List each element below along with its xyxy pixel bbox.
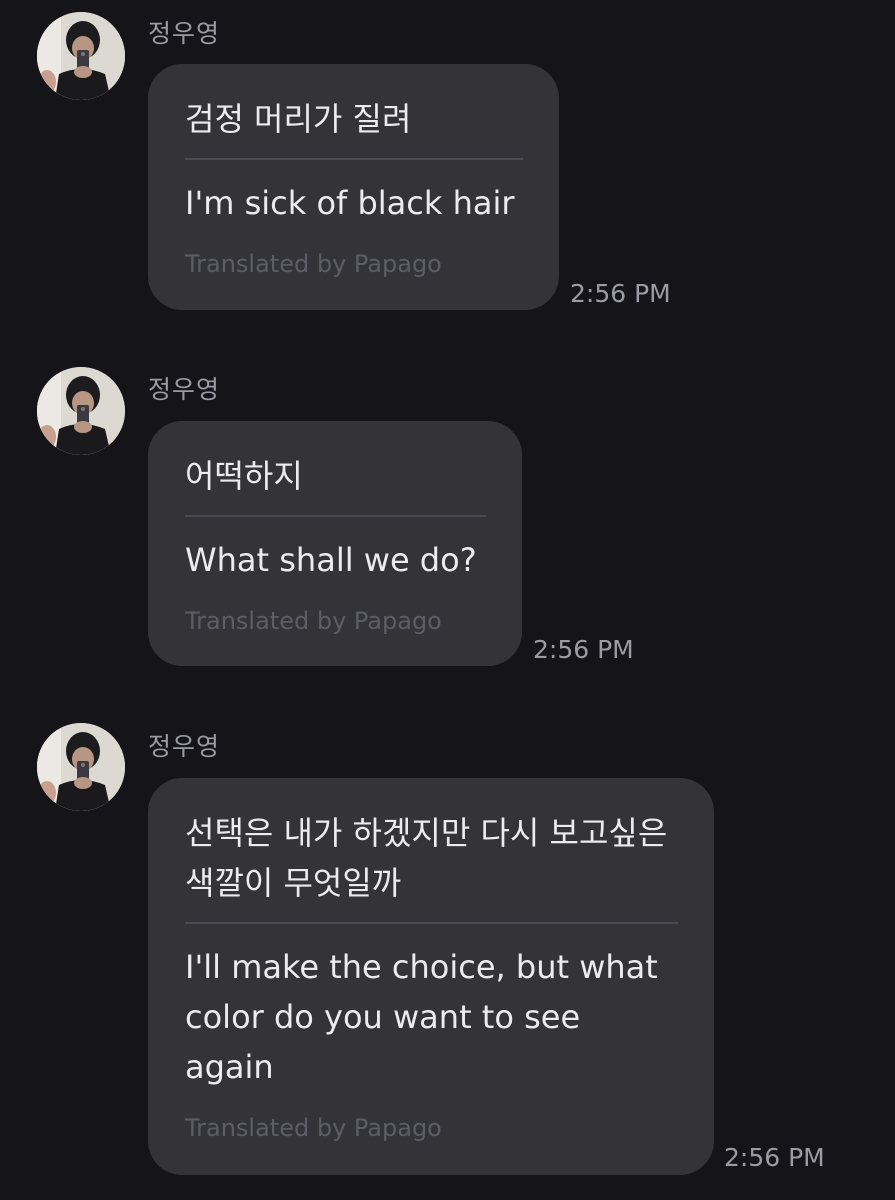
- translated-text: What shall we do?: [185, 541, 477, 579]
- timestamp: 2:56 PM: [533, 635, 634, 664]
- sender-name: 정우영: [148, 732, 221, 761]
- original-text: 어떡하지: [185, 457, 303, 495]
- sender-name: 정우영: [148, 19, 221, 48]
- divider: [185, 158, 523, 160]
- message-bubble[interactable]: 검정 머리가 질려 I'm sick of black hair Transla…: [148, 64, 559, 310]
- profile-photo-icon: [37, 723, 125, 811]
- divider: [185, 515, 486, 517]
- original-text: 검정 머리가 질려: [185, 100, 412, 138]
- translation-credit: Translated by Papago: [185, 250, 442, 278]
- sender-name: 정우영: [148, 375, 221, 404]
- timestamp: 2:56 PM: [724, 1143, 825, 1172]
- avatar[interactable]: [37, 12, 125, 100]
- translation-credit: Translated by Papago: [185, 1114, 442, 1142]
- divider: [185, 922, 678, 924]
- timestamp: 2:56 PM: [570, 279, 671, 308]
- original-text: 선택은 내가 하겠지만 다시 보고싶은 색깔이 무엇일까: [185, 814, 668, 902]
- profile-photo-icon: [37, 367, 125, 455]
- translated-text: I'm sick of black hair: [185, 184, 515, 222]
- message-bubble[interactable]: 어떡하지 What shall we do? Translated by Pap…: [148, 421, 522, 666]
- message-bubble[interactable]: 선택은 내가 하겠지만 다시 보고싶은 색깔이 무엇일까 I'll make t…: [148, 778, 714, 1175]
- translation-credit: Translated by Papago: [185, 607, 442, 635]
- avatar[interactable]: [37, 367, 125, 455]
- profile-photo-icon: [37, 12, 125, 100]
- translated-text: I'll make the choice, but what color do …: [185, 948, 658, 1086]
- avatar[interactable]: [37, 723, 125, 811]
